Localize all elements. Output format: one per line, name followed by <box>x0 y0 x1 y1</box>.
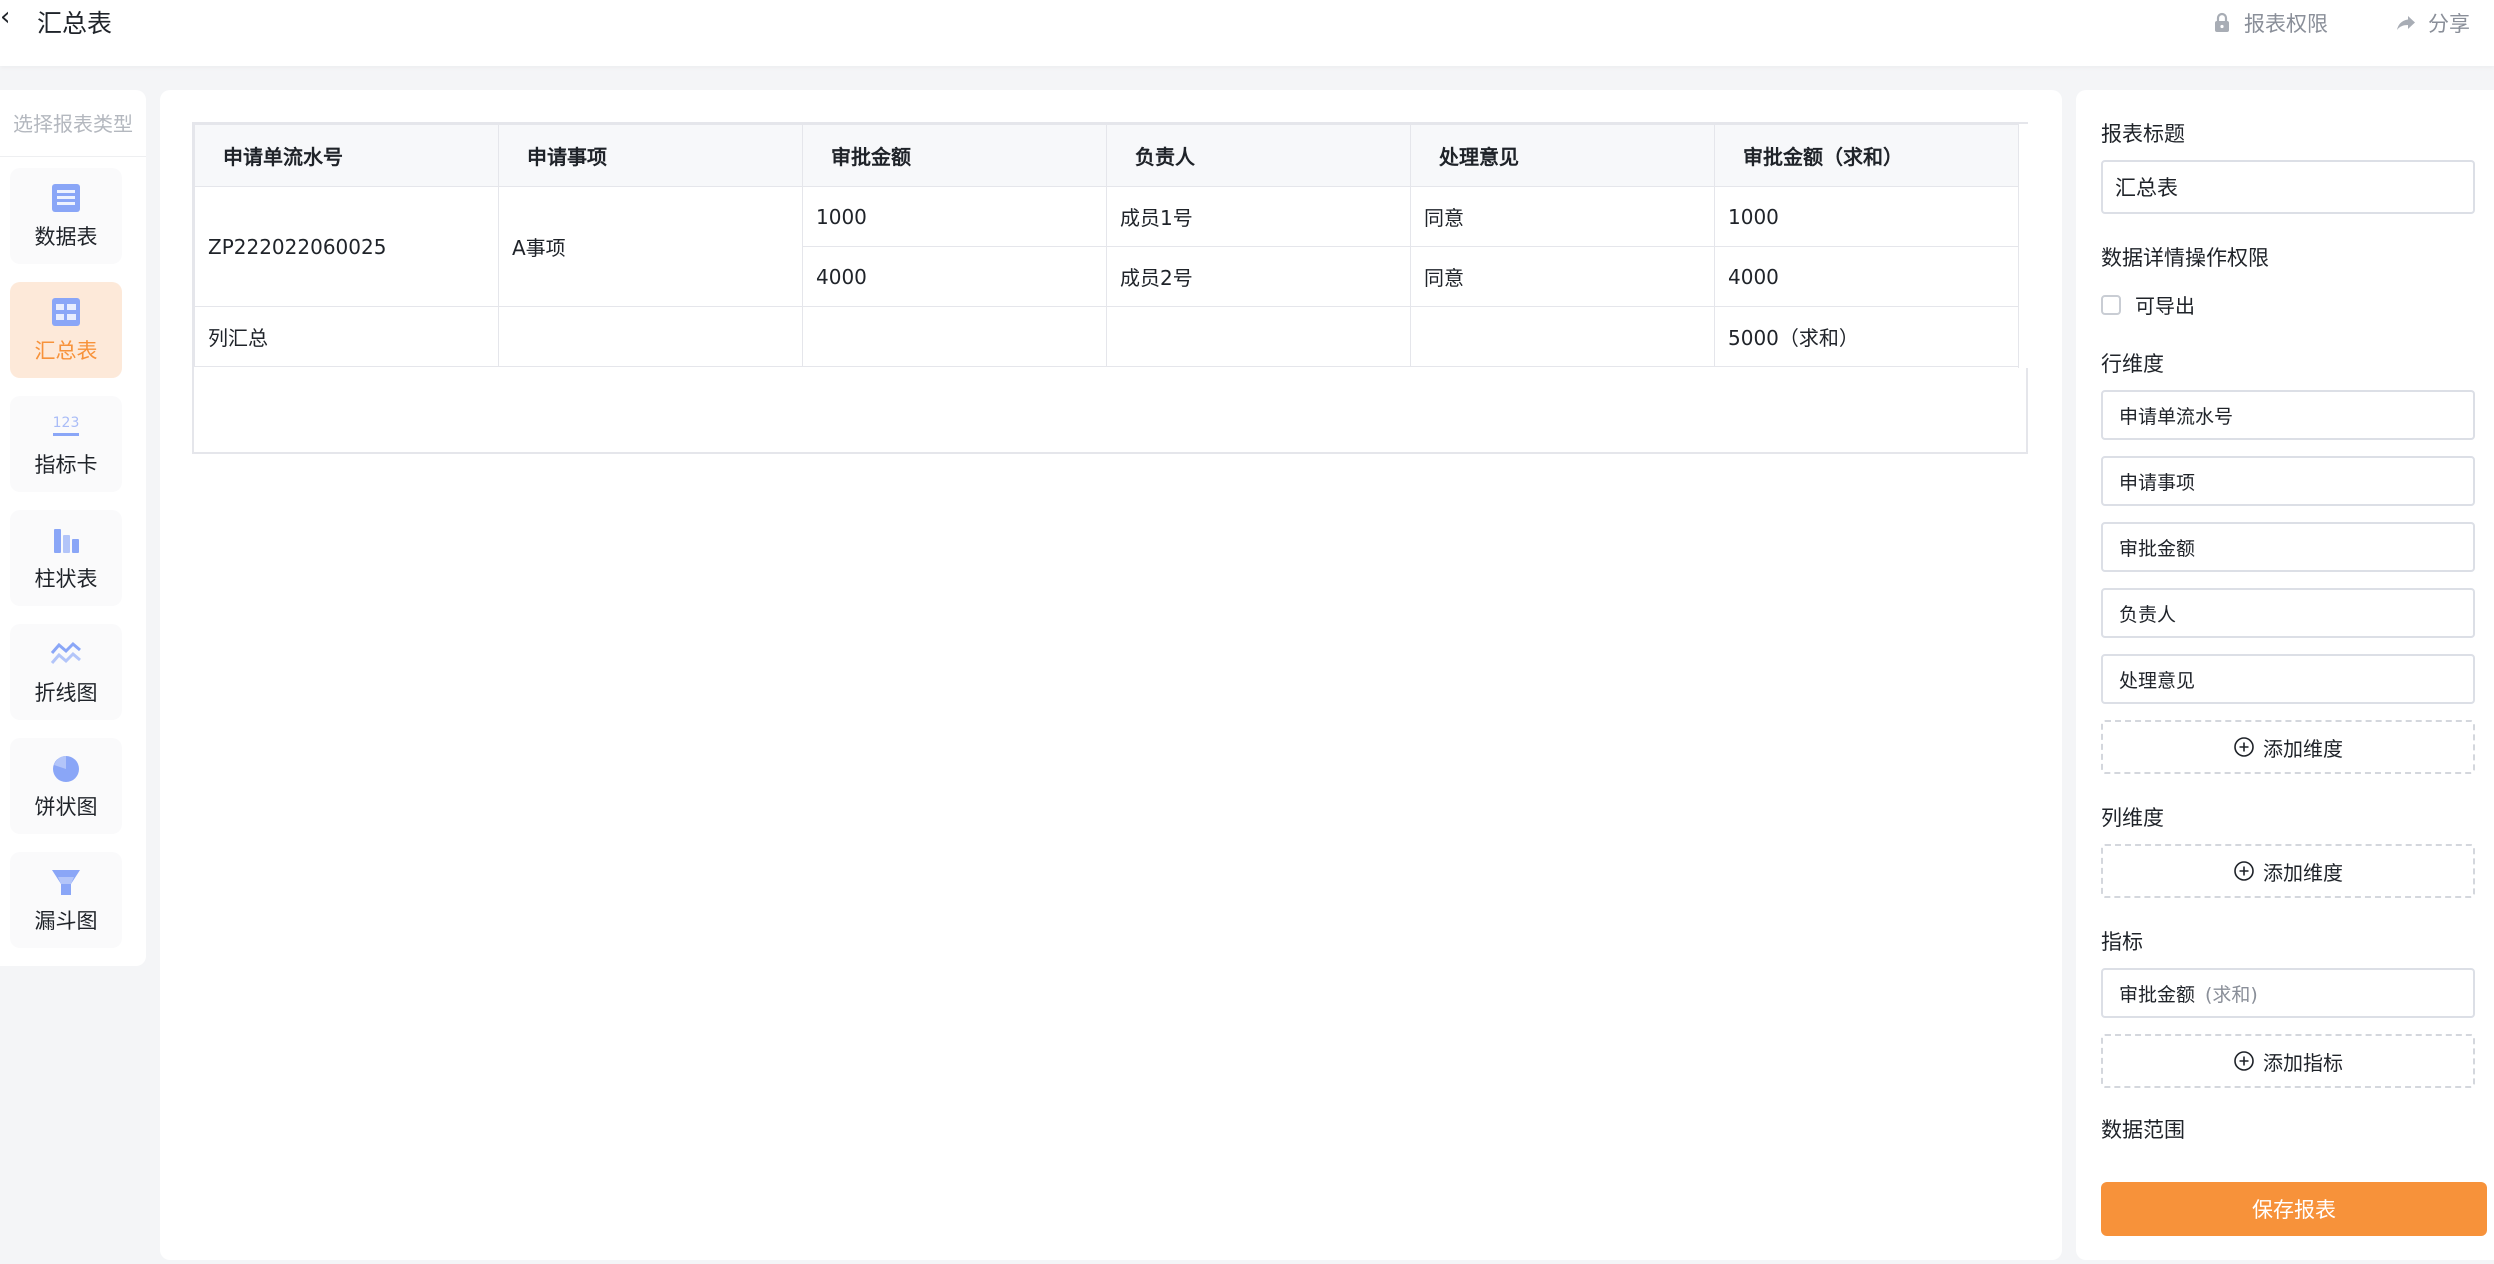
table-total-row: 列汇总 5000（求和） <box>194 306 2019 367</box>
report-type-data-table[interactable]: 数据表 <box>10 168 122 264</box>
empty-cell <box>498 306 803 367</box>
metric-aggregation: (求和) <box>2205 983 2258 1006</box>
add-dimension-label: 添加维度 <box>2263 860 2343 885</box>
empty-cell <box>1410 306 1715 367</box>
amount-sum-cell: 4000 <box>1714 246 2019 307</box>
dimension-name: 申请事项 <box>2119 471 2196 494</box>
total-sum-cell: 5000（求和） <box>1714 306 2019 367</box>
add-row-dimension-button[interactable]: 添加维度 <box>2101 720 2475 774</box>
line-chart-icon <box>50 641 81 664</box>
plus-circle-icon <box>2234 1051 2254 1071</box>
amount-cell: 4000 <box>802 246 1107 307</box>
report-type-pie-chart[interactable]: 饼状图 <box>10 738 122 834</box>
dimension-name: 负责人 <box>2119 603 2177 626</box>
metric-item[interactable]: 审批金额 (求和) <box>2101 968 2475 1018</box>
report-type-label: 漏斗图 <box>34 909 98 933</box>
metric-card-icon: 123 <box>53 415 80 436</box>
report-title-label: 报表标题 <box>2101 122 2185 146</box>
column-header: 审批金额 <box>802 124 1107 187</box>
owner-cell: 成员1号 <box>1106 186 1411 247</box>
total-label-cell: 列汇总 <box>194 306 499 367</box>
report-type-label: 指标卡 <box>34 453 98 477</box>
owner-cell: 成员2号 <box>1106 246 1411 307</box>
request-item-cell: A事项 <box>498 186 803 307</box>
plus-circle-icon <box>2234 737 2254 757</box>
data-range-label: 数据范围 <box>2101 1118 2185 1142</box>
plus-circle-icon <box>2234 861 2254 881</box>
report-type-sidebar: 选择报表类型 数据表 汇总表 123 指标卡 柱状表 折线图 饼状图 漏斗图 <box>0 90 146 966</box>
export-label: 可导出 <box>2135 294 2195 318</box>
add-metric-button[interactable]: 添加指标 <box>2101 1034 2475 1088</box>
metric-label: 指标 <box>2101 930 2143 954</box>
lock-icon <box>2215 12 2229 32</box>
dimension-name: 审批金额 <box>2119 537 2196 560</box>
svg-text:123: 123 <box>53 415 80 431</box>
report-title-input[interactable] <box>2101 160 2475 214</box>
save-report-button[interactable]: 保存报表 <box>2101 1182 2487 1236</box>
back-button[interactable]: ‹ <box>0 2 10 32</box>
share-arrow-icon <box>2397 16 2415 30</box>
page-title: 汇总表 <box>37 9 113 38</box>
report-type-funnel-chart[interactable]: 漏斗图 <box>10 852 122 948</box>
amount-cell: 1000 <box>802 186 1107 247</box>
row-dimension-item[interactable]: 申请单流水号 <box>2101 390 2475 440</box>
row-dimension-item[interactable]: 审批金额 <box>2101 522 2475 572</box>
report-type-bar-chart[interactable]: 柱状表 <box>10 510 122 606</box>
add-metric-label: 添加指标 <box>2263 1050 2343 1075</box>
table-header-row: 申请单流水号 申请事项 审批金额 负责人 处理意见 审批金额（求和） <box>194 124 2019 187</box>
amount-sum-cell: 1000 <box>1714 186 2019 247</box>
row-dimension-item[interactable]: 申请事项 <box>2101 456 2475 506</box>
row-dimension-item[interactable]: 处理意见 <box>2101 654 2475 704</box>
report-type-metric-card[interactable]: 123 指标卡 <box>10 396 122 492</box>
pie-chart-icon <box>53 756 79 782</box>
table-scroll-edge <box>2018 124 2029 368</box>
summary-table-icon <box>52 298 80 326</box>
dimension-name: 申请单流水号 <box>2119 405 2234 428</box>
data-table-icon <box>52 184 80 212</box>
column-dimension-label: 列维度 <box>2101 806 2164 830</box>
table-row: ZP222022060025 A事项 1000 成员1号 同意 1000 <box>194 186 2019 307</box>
opinion-cell: 同意 <box>1410 246 1715 307</box>
report-config-panel: 报表标题 数据详情操作权限 可导出 行维度 申请单流水号 申请事项 审批金额 负… <box>2076 90 2494 1260</box>
report-type-label: 饼状图 <box>34 795 98 819</box>
column-header: 负责人 <box>1106 124 1411 187</box>
funnel-chart-icon <box>52 870 80 895</box>
add-column-dimension-button[interactable]: 添加维度 <box>2101 844 2475 898</box>
column-header: 申请事项 <box>498 124 803 187</box>
serial-number-cell: ZP222022060025 <box>194 186 499 307</box>
row-dimension-item[interactable]: 负责人 <box>2101 588 2475 638</box>
column-header: 申请单流水号 <box>194 124 499 187</box>
export-checkbox[interactable] <box>2101 294 2121 315</box>
metric-name: 审批金额 <box>2119 983 2196 1006</box>
report-permission-button[interactable]: 报表权限 <box>2210 8 2328 38</box>
share-button[interactable]: 分享 <box>2394 8 2470 38</box>
empty-cell <box>802 306 1107 367</box>
dimension-name: 处理意见 <box>2119 669 2196 692</box>
summary-table: 申请单流水号 申请事项 审批金额 负责人 处理意见 审批金额（求和） ZP222… <box>192 122 2029 454</box>
sidebar-header: 选择报表类型 <box>0 108 146 157</box>
share-label: 分享 <box>2428 12 2470 36</box>
data-permission-label: 数据详情操作权限 <box>2101 246 2269 270</box>
report-type-summary-table[interactable]: 汇总表 <box>10 282 122 378</box>
export-checkbox-row[interactable]: 可导出 <box>2101 290 2195 319</box>
add-dimension-label: 添加维度 <box>2263 736 2343 761</box>
report-type-label: 汇总表 <box>34 339 98 363</box>
column-header: 处理意见 <box>1410 124 1715 187</box>
report-type-label: 数据表 <box>34 225 98 249</box>
row-dimension-label: 行维度 <box>2101 352 2164 376</box>
opinion-cell: 同意 <box>1410 186 1715 247</box>
report-permission-label: 报表权限 <box>2244 12 2328 36</box>
report-preview-canvas: 申请单流水号 申请事项 审批金额 负责人 处理意见 审批金额（求和） ZP222… <box>160 90 2062 1260</box>
report-type-label: 折线图 <box>34 681 98 705</box>
top-header: ‹ 汇总表 报表权限 分享 <box>0 0 2494 66</box>
bar-chart-icon <box>54 529 79 553</box>
empty-cell <box>1106 306 1411 367</box>
report-type-label: 柱状表 <box>34 567 98 591</box>
report-type-line-chart[interactable]: 折线图 <box>10 624 122 720</box>
column-header: 审批金额（求和） <box>1714 124 2019 187</box>
